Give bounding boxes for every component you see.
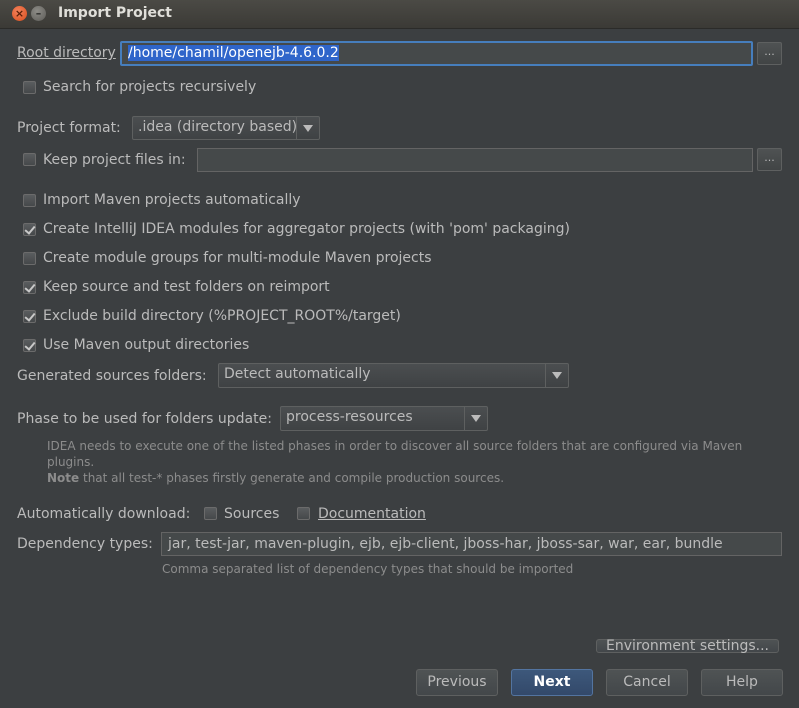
root-directory-value: /home/chamil/openejb-4.6.0.2 [128,45,339,61]
search-recursively-checkbox[interactable] [23,81,36,94]
dependency-types-input[interactable]: jar, test-jar, maven-plugin, ejb, ejb-cl… [161,532,782,556]
keep-project-files-input[interactable] [197,148,753,172]
keep-source-folders-label: Keep source and test folders on reimport [43,279,330,295]
window-title: Import Project [58,5,172,21]
create-module-groups-checkbox[interactable] [23,252,36,265]
keep-project-files-checkbox[interactable] [23,153,36,166]
previous-button[interactable]: Previous [416,669,498,696]
phase-hint-line1: IDEA needs to execute one of the listed … [47,439,743,453]
generated-sources-label: Generated sources folders: [17,368,207,384]
phase-label: Phase to be used for folders update: [17,411,272,427]
documentation-label: Documentation [318,506,426,522]
minimize-icon[interactable]: – [31,6,46,21]
root-directory-input[interactable]: /home/chamil/openejb-4.6.0.2 [120,41,753,66]
create-module-groups-label: Create module groups for multi-module Ma… [43,250,432,266]
help-button[interactable]: Help [701,669,783,696]
phase-hint-note: Note that all test-* phases firstly gene… [47,471,504,485]
chevron-down-icon [296,117,319,139]
environment-settings-button[interactable]: Environment settings... [596,639,779,653]
search-recursively-label: Search for projects recursively [43,79,257,95]
root-directory-label: Root directory [17,45,116,61]
phase-select[interactable]: process-resources [280,406,488,431]
phase-value: process-resources [286,409,413,425]
import-maven-auto-label: Import Maven projects automatically [43,192,301,208]
sources-label: Sources [224,506,280,522]
generated-sources-value: Detect automatically [224,366,371,382]
title-bar: × – Import Project [0,0,799,29]
dependency-types-label: Dependency types: [17,536,153,552]
phase-hint-note-rest: that all test-* phases firstly generate … [79,471,505,485]
documentation-checkbox[interactable] [297,507,310,520]
chevron-down-icon [545,364,568,387]
keep-project-files-label: Keep project files in: [43,152,186,168]
auto-download-label: Automatically download: [17,506,191,522]
phase-hint-line2: plugins. [47,455,95,469]
import-maven-auto-checkbox[interactable] [23,194,36,207]
keep-project-files-browse-button[interactable]: ... [757,148,782,171]
chevron-down-icon [464,407,487,430]
create-aggregator-modules-label: Create IntelliJ IDEA modules for aggrega… [43,221,570,237]
dependency-types-hint: Comma separated list of dependency types… [162,562,574,576]
keep-source-folders-checkbox[interactable] [23,281,36,294]
use-maven-output-label: Use Maven output directories [43,337,250,353]
project-format-label: Project format: [17,120,121,136]
create-aggregator-modules-checkbox[interactable] [23,223,36,236]
close-icon[interactable]: × [12,6,27,21]
sources-checkbox[interactable] [204,507,217,520]
project-format-select[interactable]: .idea (directory based) [132,116,320,140]
root-directory-browse-button[interactable]: ... [757,42,782,65]
exclude-build-directory-checkbox[interactable] [23,310,36,323]
generated-sources-select[interactable]: Detect automatically [218,363,569,388]
phase-hint-note-bold: Note [47,471,80,485]
exclude-build-directory-label: Exclude build directory (%PROJECT_ROOT%/… [43,308,401,324]
next-button[interactable]: Next [511,669,593,696]
project-format-value: .idea (directory based) [138,119,298,135]
cancel-button[interactable]: Cancel [606,669,688,696]
use-maven-output-checkbox[interactable] [23,339,36,352]
